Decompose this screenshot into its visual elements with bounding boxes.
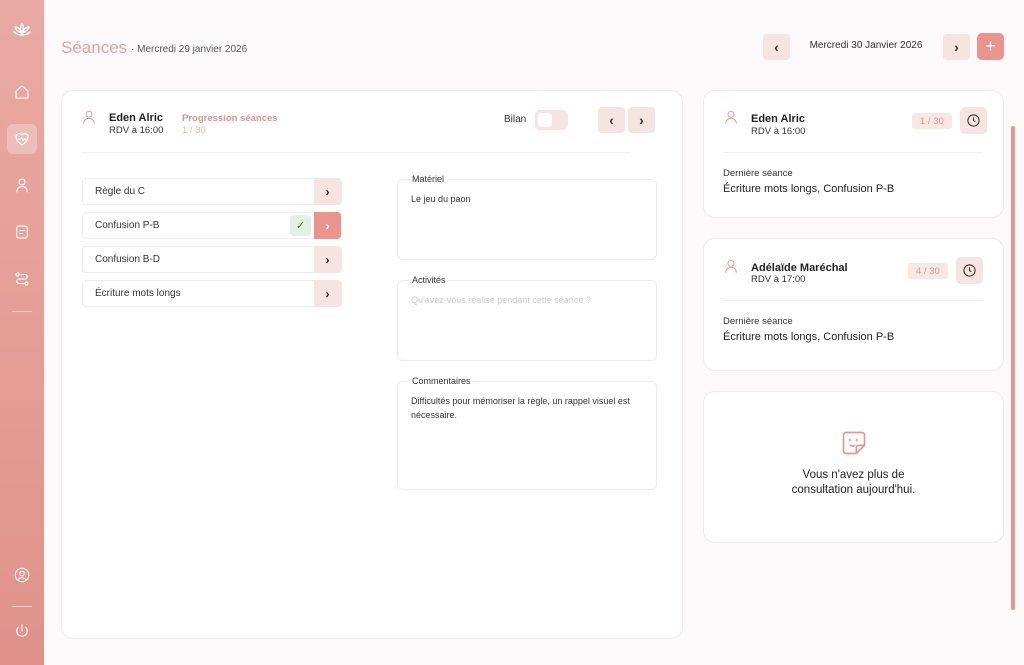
appointment-card[interactable]: Eden Alric RDV à 16:00 1 / 30 Dernière s… — [703, 90, 1004, 218]
prev-date-button[interactable]: ‹ — [763, 34, 790, 60]
toggle-knob — [538, 113, 552, 127]
chevron-right-icon[interactable]: › — [314, 178, 341, 205]
add-session-button[interactable]: + — [977, 33, 1004, 60]
page-title: Séances — [61, 38, 128, 57]
progress-label: Progression séances — [182, 113, 278, 124]
bilan-toggle[interactable] — [535, 110, 568, 130]
divider — [723, 300, 983, 301]
next-patient-button[interactable]: › — [628, 107, 655, 133]
patient-name: Eden Alric — [109, 112, 163, 124]
last-session-value: Écriture mots longs, Confusion P-B — [723, 183, 895, 195]
divider — [723, 152, 983, 153]
chevron-right-icon[interactable]: › — [314, 246, 341, 273]
empty-state-card: Vous n'avez plus de consultation aujourd… — [703, 391, 1004, 543]
sidebar-divider — [12, 606, 32, 607]
document-icon[interactable] — [7, 217, 37, 247]
empty-line-2: consultation aujourd'hui. — [791, 484, 916, 496]
session-card: Eden Alric RDV à 16:00 Progression séanc… — [61, 90, 683, 639]
next-date-button[interactable]: › — [943, 34, 970, 60]
chevron-right-icon[interactable]: › — [314, 212, 341, 239]
sticker-smile-icon — [840, 429, 868, 462]
materiel-value: Le jeu du paon — [411, 194, 471, 204]
progress-badge: 1 / 30 — [912, 113, 952, 129]
commentaires-label: Commentaires — [410, 376, 473, 386]
sidebar-divider — [12, 311, 32, 312]
appointment-card[interactable]: Adélaïde Maréchal RDV à 17:00 4 / 30 Der… — [703, 238, 1004, 371]
exercise-label: Confusion B-D — [95, 254, 161, 265]
person-icon — [723, 258, 739, 279]
exercise-label: Règle du C — [95, 186, 146, 197]
history-button[interactable] — [960, 107, 987, 134]
exercise-item[interactable]: Écriture mots longs › — [82, 280, 342, 307]
route-icon[interactable] — [7, 264, 37, 294]
commentaires-field[interactable]: Commentaires Difficultés pour mémoriser … — [397, 376, 657, 490]
commentaires-value: Difficultés pour mémoriser la règle, un … — [411, 396, 630, 420]
sidebar — [0, 0, 44, 665]
empty-state-message: Vous n'avez plus de consultation aujourd… — [704, 468, 1003, 498]
activites-field[interactable]: Activités Qu'avez-vous réalisé pendant c… — [397, 275, 657, 361]
activites-label: Activités — [410, 275, 448, 285]
heart-pulse-icon[interactable] — [7, 124, 37, 154]
lotus-logo-icon[interactable] — [7, 16, 37, 46]
last-session-label: Dernière séance — [723, 316, 793, 327]
last-session-label: Dernière séance — [723, 168, 793, 179]
last-session-value: Écriture mots longs, Confusion P-B — [723, 331, 895, 343]
prev-patient-button[interactable]: ‹ — [598, 107, 625, 133]
exercise-item[interactable]: Règle du C › — [82, 178, 342, 205]
person-icon — [723, 109, 739, 130]
materiel-label: Matériel — [410, 174, 447, 184]
user-icon[interactable] — [7, 170, 37, 200]
exercise-label: Écriture mots longs — [95, 288, 181, 299]
progress-badge: 4 / 30 — [908, 263, 948, 279]
page-subtitle: · Mercredi 29 janvier 2026 — [131, 44, 248, 55]
history-button[interactable] — [956, 257, 983, 284]
bilan-label: Bilan — [504, 114, 527, 125]
scrollbar[interactable] — [1011, 126, 1015, 610]
appointment-name: Adélaïde Maréchal — [751, 262, 848, 274]
appointment-rdv: RDV à 17:00 — [751, 274, 806, 285]
exercise-item[interactable]: Confusion P-B ✓ › — [82, 212, 342, 239]
empty-line-1: Vous n'avez plus de — [802, 469, 905, 481]
home-icon[interactable] — [7, 77, 37, 107]
exercise-item[interactable]: Confusion B-D › — [82, 246, 342, 273]
patient-rdv: RDV à 16:00 — [109, 125, 164, 136]
clock-icon — [967, 114, 980, 127]
divider — [81, 152, 631, 153]
activites-placeholder: Qu'avez-vous réalisé pendant cette séanc… — [411, 295, 591, 305]
account-icon[interactable] — [7, 560, 37, 590]
progress-value: 1 / 30 — [182, 125, 206, 136]
check-icon: ✓ — [290, 215, 311, 236]
power-icon[interactable] — [7, 616, 37, 646]
current-date: Mercredi 30 Janvier 2026 — [809, 40, 923, 51]
appointment-rdv: RDV à 16:00 — [751, 126, 806, 137]
appointment-name: Eden Alric — [751, 113, 805, 125]
chevron-right-icon[interactable]: › — [314, 280, 341, 307]
exercise-label: Confusion P-B — [95, 220, 160, 231]
person-icon — [81, 109, 97, 130]
materiel-field[interactable]: Matériel Le jeu du paon — [397, 174, 657, 260]
clock-icon — [963, 264, 976, 277]
